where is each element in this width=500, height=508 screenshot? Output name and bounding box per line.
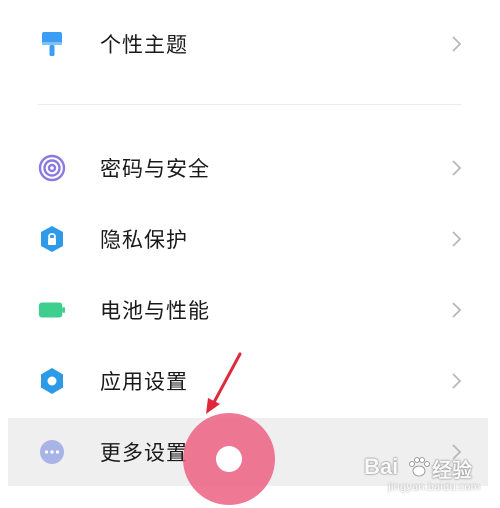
tap-indicator — [183, 413, 275, 505]
watermark-url: jingyan.baidu.com — [388, 482, 481, 493]
privacy-shield-icon — [38, 225, 66, 253]
settings-screen: 个性主题 密码与安全 隐私保护 电池与性能 应用设置 更多设置 Bai 经验 j… — [0, 0, 500, 508]
gear-icon — [38, 367, 66, 395]
chevron-right-icon — [452, 302, 462, 318]
battery-icon — [38, 296, 66, 324]
settings-item-label: 隐私保护 — [100, 228, 188, 252]
chevron-right-icon — [452, 36, 462, 52]
watermark-brand-tail: 经验 — [432, 460, 472, 482]
fingerprint-icon — [38, 154, 66, 182]
chevron-right-icon — [452, 231, 462, 247]
settings-item-theme[interactable]: 个性主题 — [0, 10, 500, 78]
settings-item-privacy[interactable]: 隐私保护 — [0, 205, 500, 273]
watermark-brand: Bai — [364, 454, 399, 479]
paint-brush-icon — [38, 30, 66, 58]
paw-logo-icon — [409, 457, 430, 477]
settings-item-battery-performance[interactable]: 电池与性能 — [0, 276, 500, 344]
more-dots-icon — [38, 438, 66, 466]
settings-item-password-security[interactable]: 密码与安全 — [0, 134, 500, 202]
section-divider — [38, 104, 462, 105]
settings-item-label: 密码与安全 — [100, 157, 210, 181]
settings-item-app-settings[interactable]: 应用设置 — [0, 347, 500, 415]
settings-item-label: 应用设置 — [100, 370, 188, 394]
chevron-right-icon — [452, 160, 462, 176]
tap-indicator-dot — [216, 446, 242, 472]
settings-item-label: 个性主题 — [100, 33, 188, 57]
settings-item-label: 电池与性能 — [100, 299, 210, 323]
baidu-watermark: Bai 经验 jingyan.baidu.com — [362, 452, 492, 496]
settings-item-label: 更多设置 — [100, 441, 188, 465]
annotation-arrow — [206, 352, 242, 414]
chevron-right-icon — [452, 373, 462, 389]
